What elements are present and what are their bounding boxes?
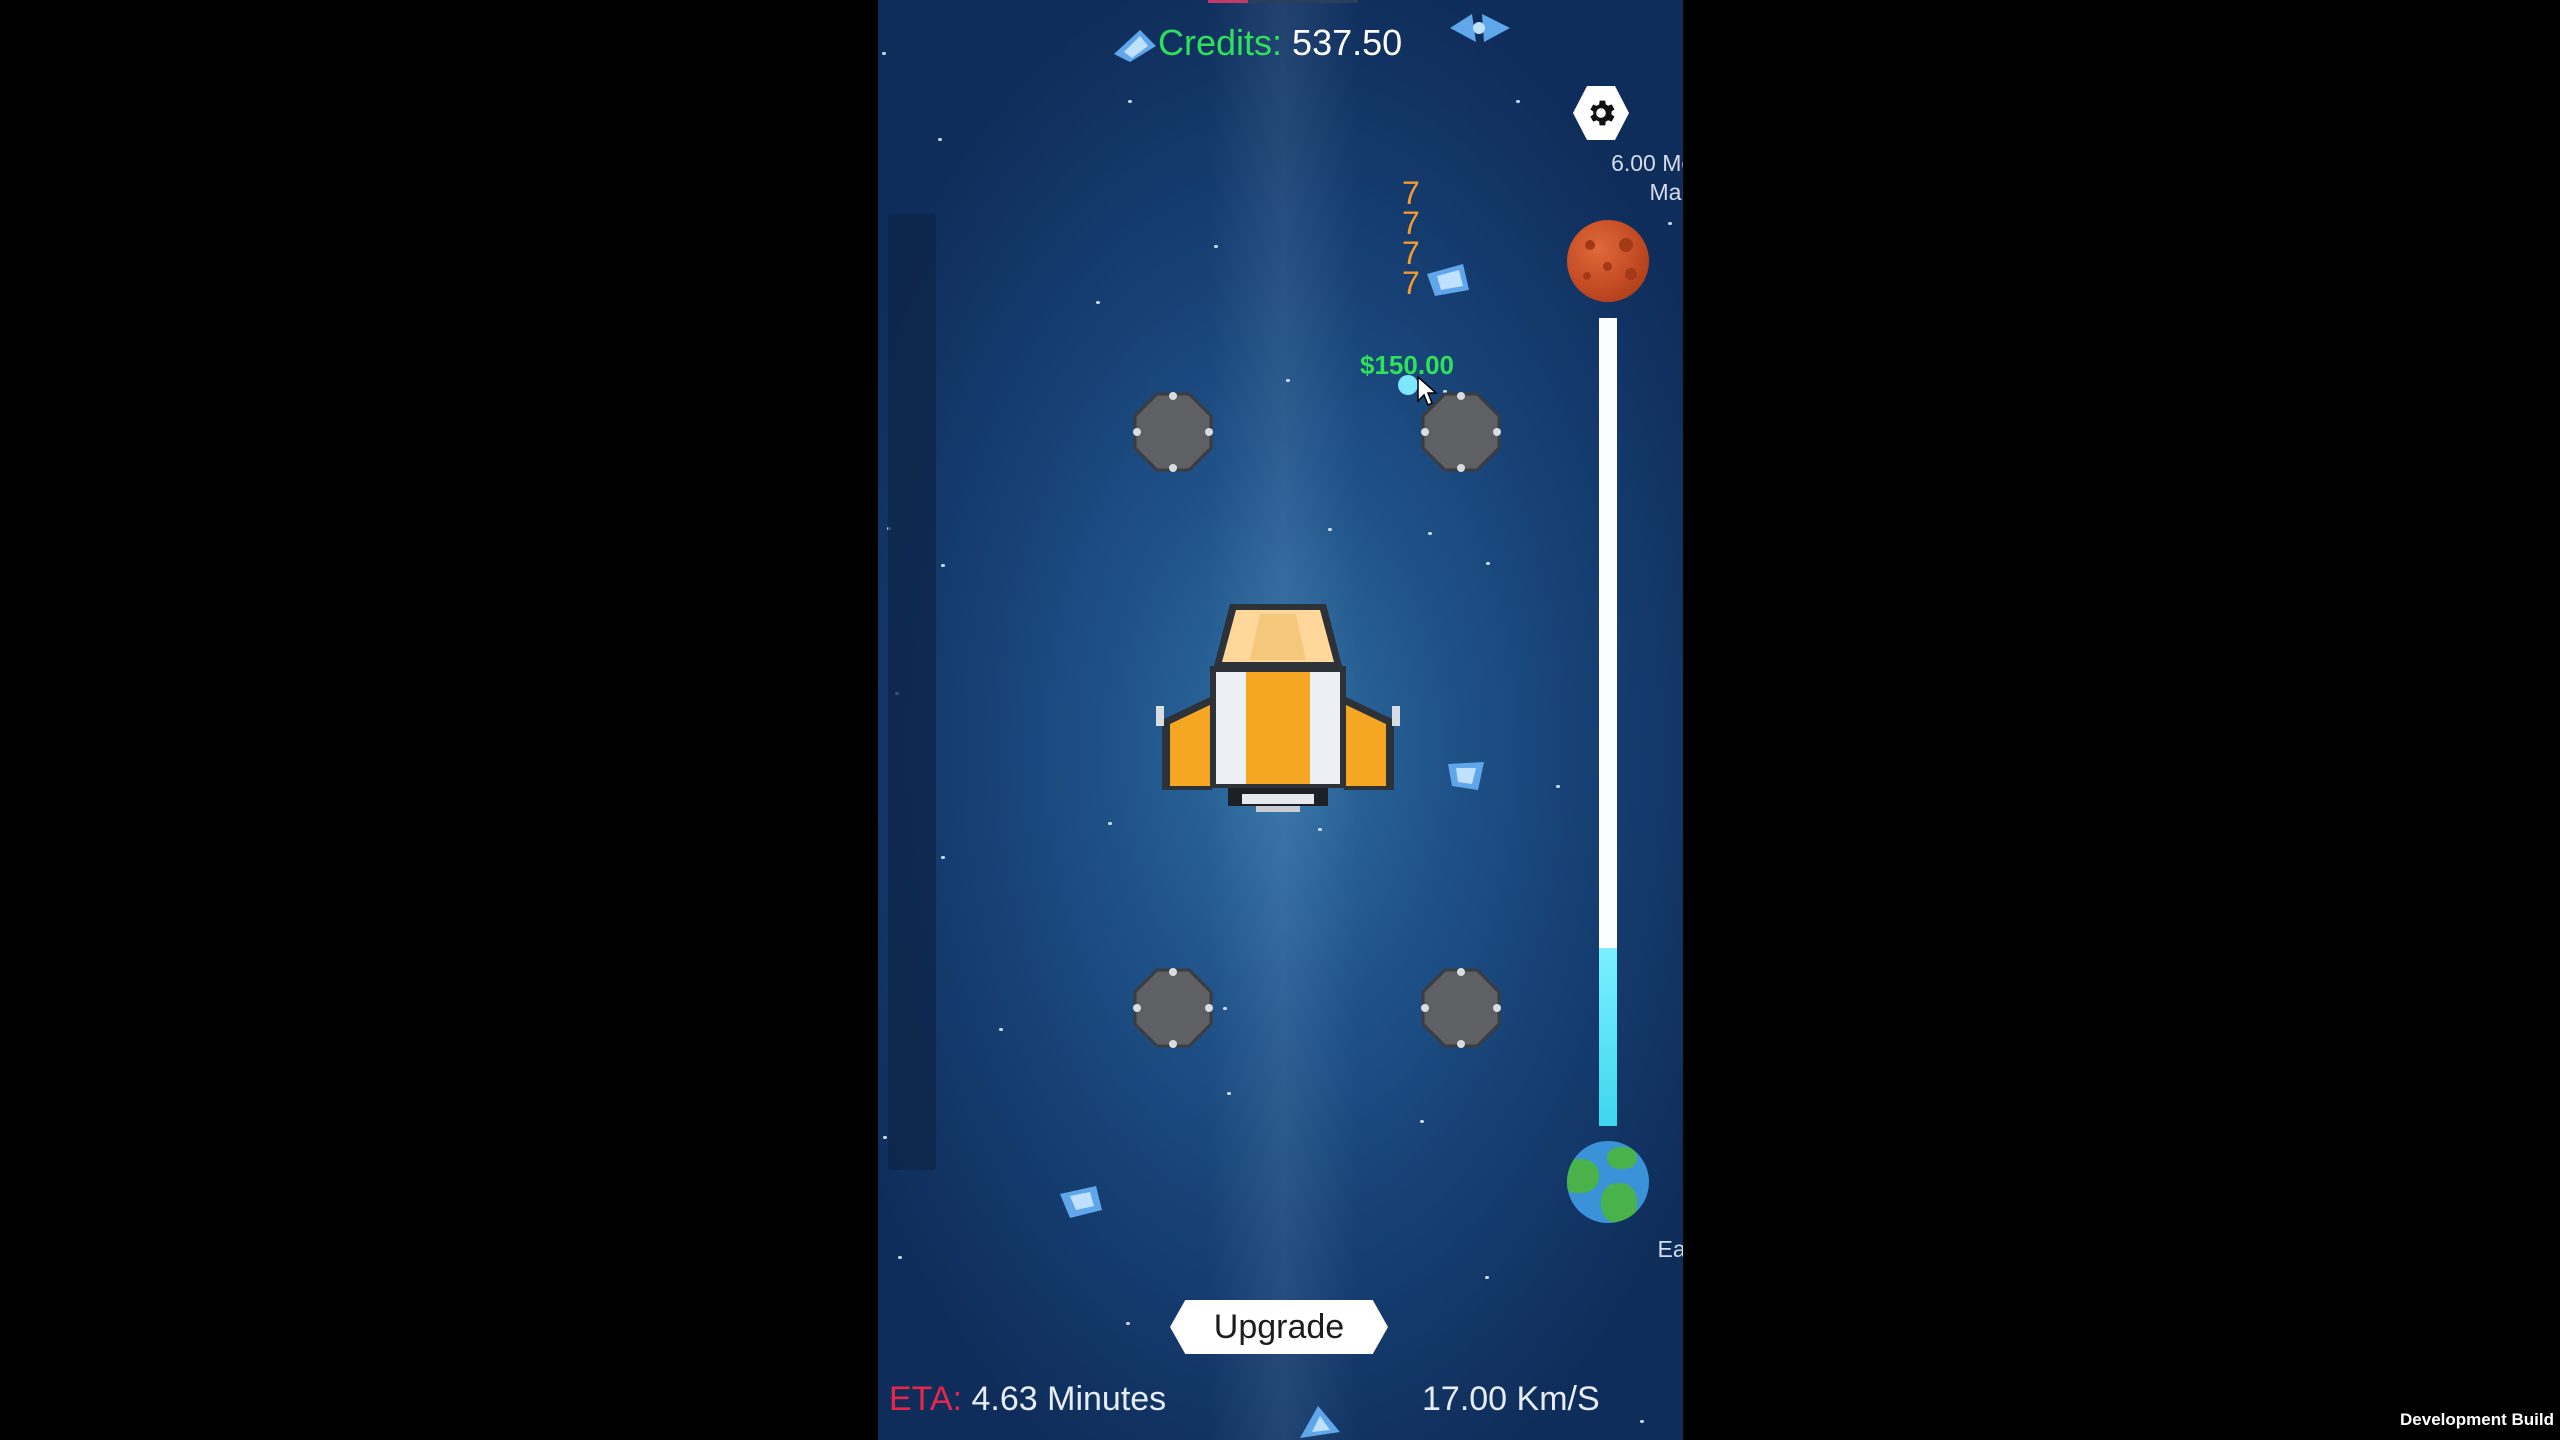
destination-label: Mars (1649, 179, 1683, 205)
star (1420, 1120, 1424, 1123)
star (1227, 1092, 1231, 1095)
satellite-drone-icon (1060, 1186, 1102, 1218)
gear-icon (1590, 100, 1615, 126)
origin-label: Earth (1657, 1236, 1684, 1262)
journey-progress-bar (1599, 318, 1617, 1126)
star (1668, 222, 1672, 225)
star (1485, 1276, 1489, 1279)
star (1126, 1322, 1130, 1325)
credits-value: 537.50 (1292, 22, 1403, 63)
star (938, 138, 942, 141)
star (1328, 528, 1332, 531)
mouse-cursor-icon (1417, 375, 1438, 407)
journey-progress-fill (1599, 948, 1617, 1126)
star (883, 1136, 887, 1139)
satellite-drone-icon (1448, 762, 1484, 790)
credits-display: Credits: 537.50 (1158, 22, 1402, 64)
damage-number: 7 (1402, 235, 1420, 271)
earth-planet-icon (1567, 1141, 1649, 1223)
spaceship[interactable] (1156, 600, 1400, 820)
eta-label: ETA: (889, 1380, 963, 1418)
star (941, 856, 945, 859)
star (1640, 1420, 1644, 1423)
turret-slot[interactable] (1131, 390, 1215, 474)
damage-number: 7 (1402, 265, 1420, 301)
satellite-drone-icon (1114, 30, 1156, 62)
eta-display: ETA: 4.63 Minutes (889, 1380, 1166, 1419)
satellite-drone-icon (1450, 14, 1510, 42)
star (1286, 379, 1290, 382)
tap-indicator (1398, 375, 1418, 395)
eta-value: 4.63 Minutes (971, 1380, 1167, 1418)
upgrade-button[interactable]: Upgrade (1170, 1300, 1388, 1354)
star (1486, 562, 1490, 565)
star (898, 1256, 902, 1259)
star (1108, 822, 1112, 825)
star (999, 1028, 1003, 1031)
distance-label: 6.00 MegaM (1611, 150, 1683, 176)
star (1096, 301, 1100, 304)
star (941, 564, 945, 567)
mars-planet-icon (1567, 220, 1649, 302)
settings-button[interactable] (1573, 86, 1629, 140)
star (1516, 100, 1520, 103)
credits-label: Credits: (1158, 22, 1283, 63)
star (1318, 828, 1322, 831)
top-progress-strip (1208, 0, 1358, 3)
satellite-drone-icon (1300, 1406, 1340, 1438)
star (1428, 532, 1432, 535)
speed-display: 17.00 Km/S (1422, 1380, 1600, 1418)
damage-number: 7 (1402, 205, 1420, 241)
star (1556, 785, 1560, 788)
game-viewport[interactable]: Credits: 537.50 6.00 MegaM Mars Earth (878, 0, 1683, 1440)
star (1223, 1007, 1227, 1010)
damage-number: 7 (1402, 175, 1420, 211)
development-build-watermark: Development Build (2400, 1410, 2554, 1429)
star (1128, 100, 1132, 103)
turret-slot[interactable] (1419, 966, 1503, 1050)
damage-numbers: 7 7 7 7 (1402, 175, 1432, 301)
star (1214, 245, 1218, 248)
turret-slot[interactable] (1131, 966, 1215, 1050)
left-side-panel (888, 214, 936, 1170)
